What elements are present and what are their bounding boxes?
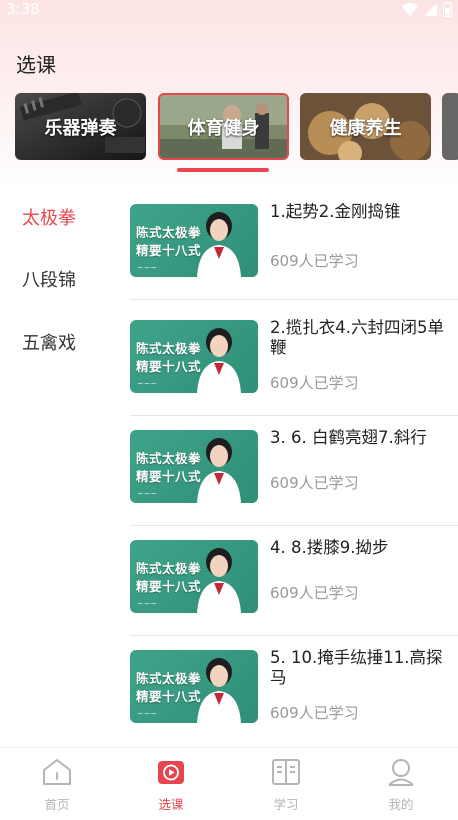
course-item[interactable]: 陈式太极拳 精要十八式 ~~~ 4. 8.搂膝9.拗步 609人已学习 <box>130 526 458 636</box>
category-label: 体育健身 <box>187 117 260 139</box>
thumbnail-signature: ~~~ <box>137 263 158 272</box>
status-bar: 3:38 <box>0 0 458 20</box>
status-icons <box>402 2 452 17</box>
course-item[interactable]: 陈式太极拳 精要十八式 ~~~ 5. 10.掩手纮捶11.高探马 609人已学习 <box>130 636 458 746</box>
home-icon <box>43 759 71 785</box>
instructor-portrait <box>197 328 241 393</box>
course-title: 3. 6. 白鹤亮翅7.斜行 <box>270 428 427 447</box>
course-title: 5. 10.掩手纮捶11.高探马 <box>270 648 443 687</box>
divider <box>130 299 458 300</box>
thumbnail-signature: ~~~ <box>137 599 158 608</box>
category-card-wellness[interactable]: 健康养生 <box>300 93 431 160</box>
wifi-icon <box>402 3 418 16</box>
course-title: 1.起势2.金刚捣锥 <box>270 202 401 221</box>
tab-label: 首页 <box>44 797 70 812</box>
signal-icon <box>424 3 437 16</box>
course-learner-count: 609人已学习 <box>270 474 359 492</box>
thumbnail-title-line2: 精要十八式 <box>136 243 202 258</box>
thumbnail-title-line1: 陈式太极拳 <box>136 671 202 686</box>
thumbnail-signature: ~~~ <box>137 489 158 498</box>
tab-label: 学习 <box>273 797 299 812</box>
category-row: 乐器弹奏 体育健身 健康养生 <box>15 93 458 161</box>
category-card-sports[interactable]: 体育健身 <box>158 93 289 160</box>
category-label: 乐器弹奏 <box>44 117 117 139</box>
play-video-icon <box>158 761 184 784</box>
instructor-portrait <box>197 438 241 503</box>
book-icon <box>272 759 300 785</box>
thumbnail-title-line2: 精要十八式 <box>136 579 202 594</box>
instructor-portrait <box>197 658 241 723</box>
tab-home[interactable]: 首页 <box>0 748 114 820</box>
course-learner-count: 609人已学习 <box>270 374 359 392</box>
tab-label: 我的 <box>388 797 414 812</box>
instructor-portrait <box>197 548 241 613</box>
course-title: 4. 8.搂膝9.拗步 <box>270 538 389 557</box>
battery-icon <box>443 2 452 17</box>
course-learner-count: 609人已学习 <box>270 252 359 270</box>
category-card-partial[interactable] <box>442 93 458 160</box>
thumbnail-title-line1: 陈式太极拳 <box>136 451 202 466</box>
thumbnail-title-line2: 精要十八式 <box>136 689 202 704</box>
course-learner-count: 609人已学习 <box>270 704 359 722</box>
thumbnail-title-line1: 陈式太极拳 <box>136 561 202 576</box>
course-item[interactable]: 陈式太极拳 精要十八式 ~~~ 3. 6. 白鹤亮翅7.斜行 609人已学习 <box>130 416 458 526</box>
course-title: 2.揽扎衣4.六封四闭5单鞭 <box>270 318 444 357</box>
course-item[interactable]: 陈式太极拳 精要十八式 ~~~ 1.起势2.金刚捣锥 609人已学习 <box>130 190 458 300</box>
thumbnail-title-line1: 陈式太极拳 <box>136 341 202 356</box>
bottom-tab-bar: 首页 选课 学习 我的 <box>0 747 458 820</box>
course-learner-count: 609人已学习 <box>270 584 359 602</box>
course-thumbnail: 陈式太极拳 精要十八式 ~~~ <box>130 430 258 503</box>
tab-label: 选课 <box>158 797 184 812</box>
tab-courses[interactable]: 选课 <box>114 748 228 820</box>
course-item[interactable]: 陈式太极拳 精要十八式 ~~~ 2.揽扎衣4.六封四闭5单鞭 609人已学习 <box>130 306 458 416</box>
tab-study[interactable]: 学习 <box>229 748 343 820</box>
instructor-portrait <box>197 212 241 277</box>
thumbnail-title-line2: 精要十八式 <box>136 469 202 484</box>
thumbnail-title-line2: 精要十八式 <box>136 359 202 374</box>
thumbnail-title-line1: 陈式太极拳 <box>136 225 202 240</box>
thumbnail-signature: ~~~ <box>137 379 158 388</box>
category-selected-indicator <box>177 168 269 172</box>
course-thumbnail: 陈式太极拳 精要十八式 ~~~ <box>130 650 258 723</box>
status-time: 3:38 <box>6 0 40 18</box>
category-card-instruments[interactable]: 乐器弹奏 <box>15 93 146 160</box>
profile-icon <box>388 759 414 786</box>
sidebar-item-wuqinxi[interactable]: 五禽戏 <box>22 329 76 355</box>
course-thumbnail: 陈式太极拳 精要十八式 ~~~ <box>130 540 258 613</box>
sidebar-item-baduanjin[interactable]: 八段锦 <box>22 266 76 292</box>
thumbnail-signature: ~~~ <box>137 709 158 718</box>
category-label: 健康养生 <box>329 117 402 139</box>
page-title: 选课 <box>16 53 56 77</box>
sidebar-item-taijiquan[interactable]: 太极拳 <box>22 204 76 230</box>
tab-profile[interactable]: 我的 <box>344 748 458 820</box>
course-thumbnail: 陈式太极拳 精要十八式 ~~~ <box>130 320 258 393</box>
course-thumbnail: 陈式太极拳 精要十八式 ~~~ <box>130 204 258 277</box>
